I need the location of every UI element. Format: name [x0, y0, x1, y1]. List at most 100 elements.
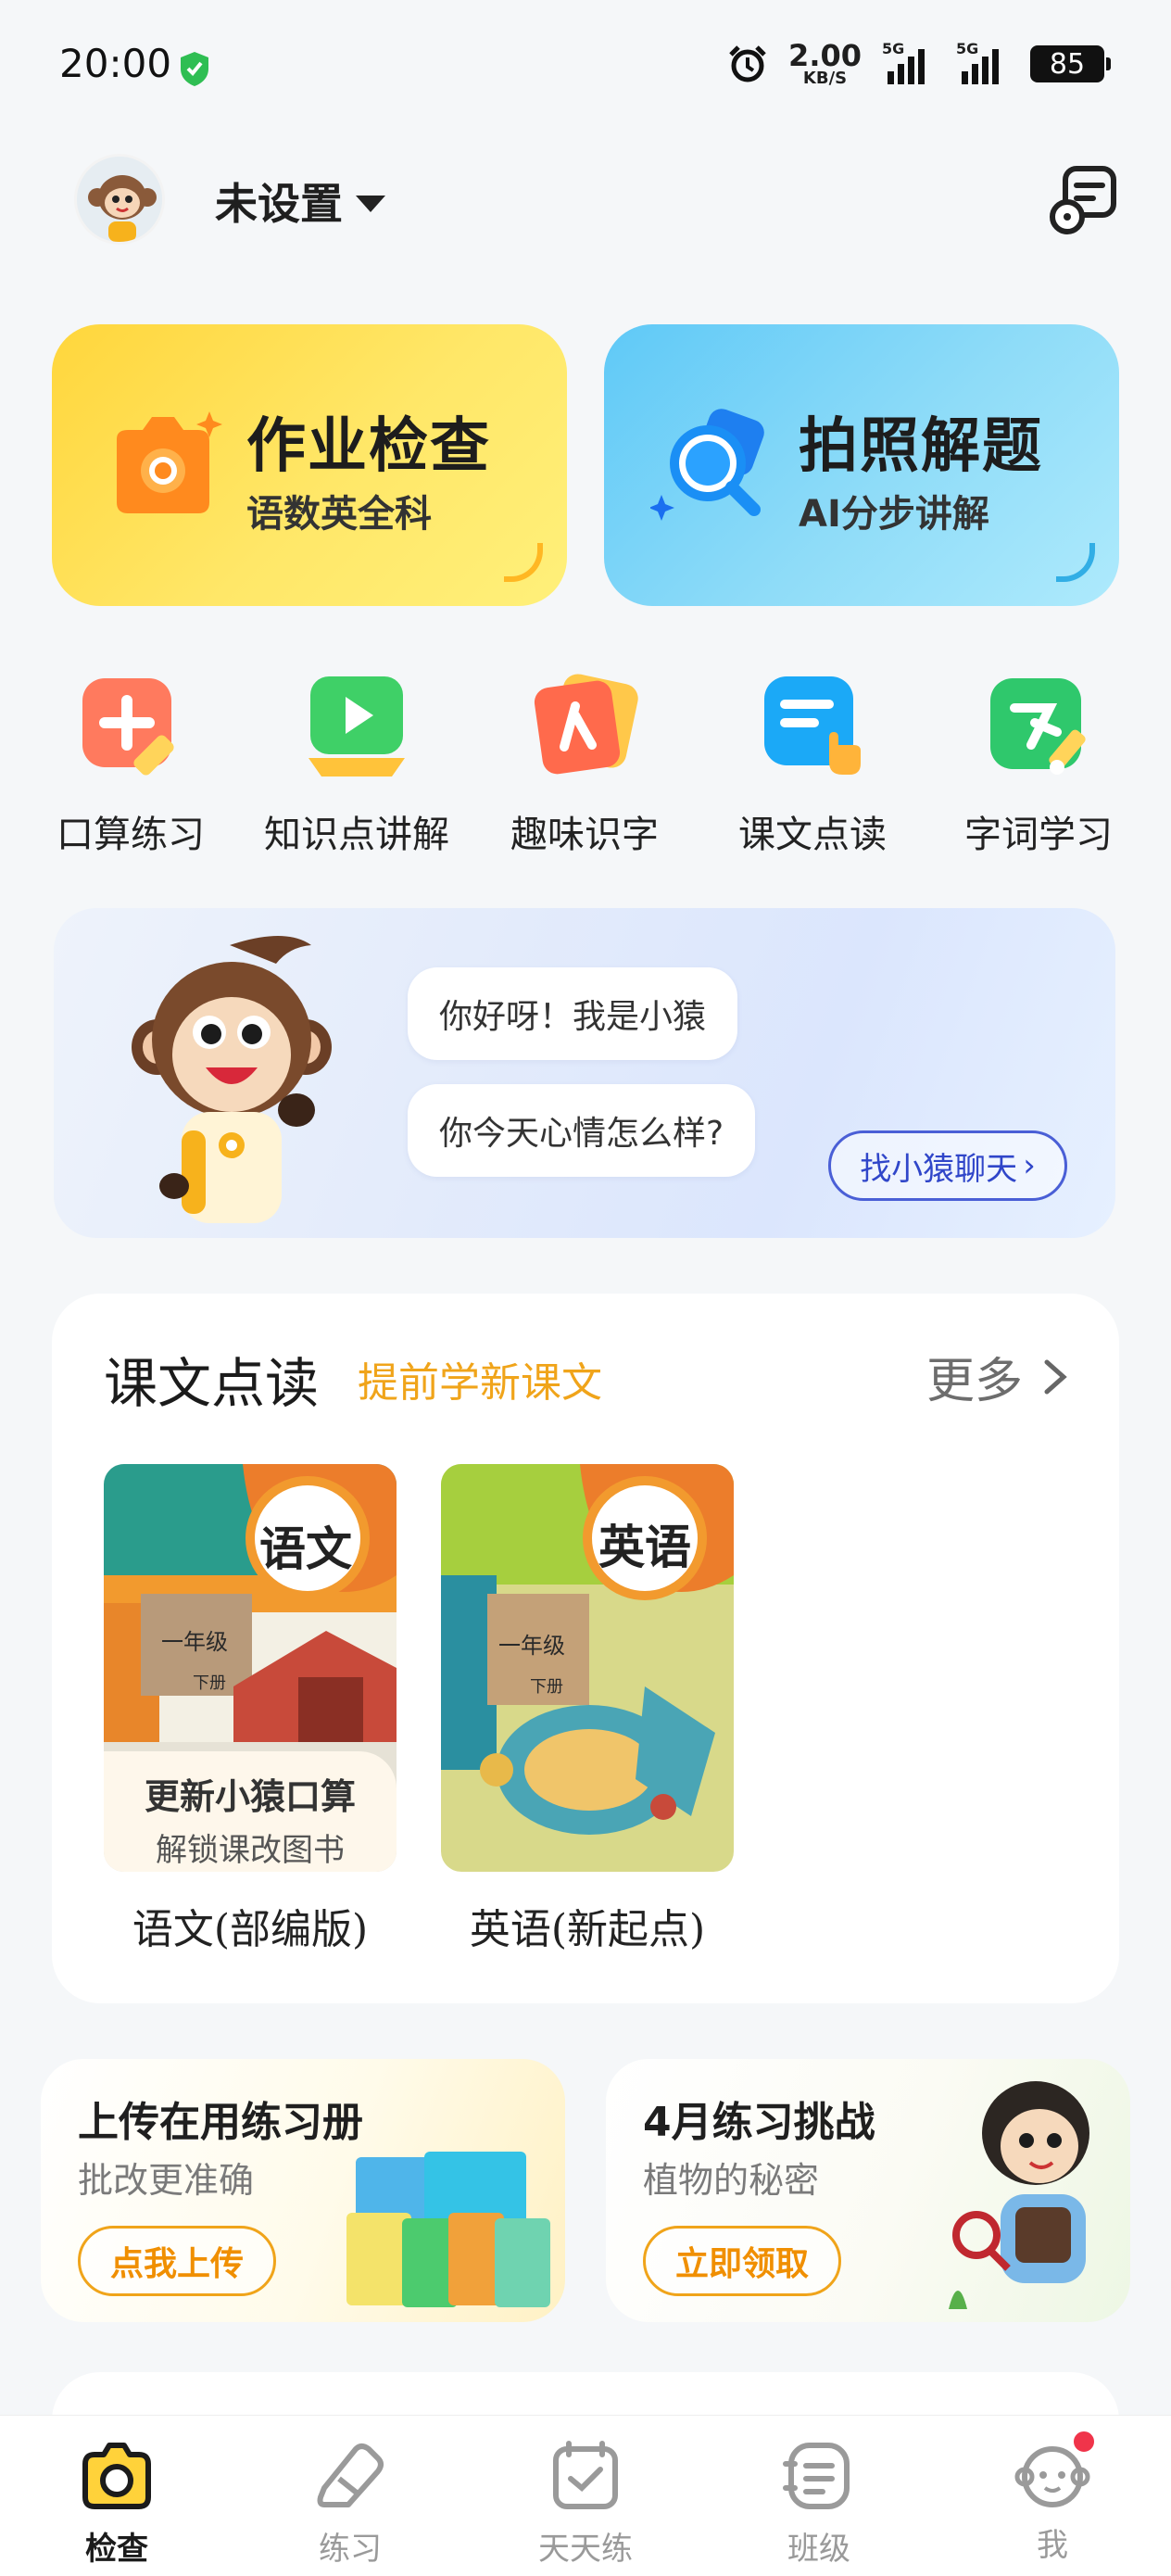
bottom-navigation: 检查 练习 天天练 班级 我 — [0, 2415, 1171, 2576]
monthly-challenge-card[interactable]: 4月练习挑战 植物的秘密 立即领取 — [606, 2059, 1130, 2322]
signal-1: 5G — [882, 40, 936, 84]
calendar-check-icon — [553, 2441, 618, 2509]
corner-arc-decoration — [504, 543, 543, 582]
book-name: 语文(部编版) — [132, 1906, 369, 1953]
alarm-icon — [729, 45, 766, 82]
me-icon-wrap — [1014, 2429, 1097, 2514]
hero-subtitle: AI分步讲解 — [799, 493, 989, 536]
quick-entry-mental-math[interactable]: 口算练习 — [24, 671, 237, 858]
upload-button[interactable]: 点我上传 — [78, 2226, 277, 2296]
signal-bars-icon — [888, 49, 925, 84]
book-grade: 一年级 — [161, 1629, 228, 1655]
chevron-right-icon — [1044, 1359, 1067, 1394]
promo-subtitle: 批改更准确 — [78, 2160, 255, 2201]
workbooks-illustration — [346, 2152, 550, 2307]
greeting-bubble: 你好呀！我是小猿 — [408, 967, 738, 1060]
hero-subtitle: 语数英全科 — [246, 493, 432, 536]
quick-entry-label: 趣味识字 — [510, 814, 659, 856]
promo-subtitle: 植物的秘密 — [643, 2160, 820, 2201]
profile-selector[interactable]: 未设置 — [215, 170, 385, 232]
quick-entry-knowledge[interactable]: 知识点讲解 — [250, 671, 463, 858]
tab-practice[interactable]: 练习 — [258, 2436, 443, 2569]
security-shield-icon — [181, 52, 208, 86]
book-grade: 一年级 — [498, 1633, 565, 1659]
word-brush-icon — [990, 678, 1086, 775]
book-cover: 英语 一年级 下册 — [441, 1464, 734, 1872]
status-bar: 20:00 2.00 KB/S 5G 5G 85 — [0, 0, 1171, 130]
promo-title: 上传在用练习册 — [78, 2099, 363, 2146]
avatar[interactable] — [74, 154, 165, 245]
homework-check-card[interactable]: 作业检查 语数英全科 — [52, 324, 567, 606]
quick-entry-label: 口算练习 — [57, 814, 205, 856]
claim-button[interactable]: 立即领取 — [643, 2226, 842, 2296]
status-time: 20:00 — [59, 41, 172, 86]
eraser-icon — [317, 2443, 384, 2507]
tab-label: 检查 — [85, 2531, 148, 2568]
network-speed-unit: KB/S — [802, 69, 848, 88]
profile-name: 未设置 — [215, 179, 343, 229]
home-screen: 20:00 2.00 KB/S 5G 5G 85 未设置 作业检查 语数英全科 … — [0, 0, 1171, 2576]
update-lock-overlay: 更新小猿口算 解锁课改图书 — [104, 1751, 397, 1872]
tab-label: 练习 — [319, 2531, 382, 2568]
status-indicators: 2.00 KB/S 5G 5G 85 — [727, 40, 1111, 87]
quick-entry-text-reading[interactable]: 课文点读 — [706, 671, 919, 858]
tab-label: 我 — [1037, 2527, 1068, 2564]
lock-line-2: 解锁课改图书 — [156, 1832, 345, 1869]
notification-dot — [1071, 2429, 1097, 2455]
more-link[interactable]: 更多 — [926, 1342, 1067, 1411]
plus-pencil-icon — [82, 678, 174, 776]
book-cover: 语文 一年级 下册 更新小猿口算 解锁课改图书 — [104, 1464, 397, 1872]
tab-daily-practice[interactable]: 天天练 — [493, 2436, 678, 2569]
character-card-icon — [534, 674, 638, 775]
text-reading-section: 课文点读 提前学新课文 更多 语文 一年级 下册 更新小猿口算 解锁课改图书 语… — [52, 1294, 1119, 2003]
book-volume: 下册 — [530, 1677, 563, 1697]
battery-indicator: 85 — [1030, 45, 1111, 82]
quick-entry-characters[interactable]: 趣味识字 — [478, 671, 691, 858]
book-name: 英语(新起点) — [469, 1906, 706, 1953]
quick-entry-words[interactable]: 字词学习 — [932, 671, 1145, 858]
book-volume: 下册 — [193, 1673, 226, 1693]
play-icon — [308, 676, 405, 777]
tab-class[interactable]: 班级 — [726, 2436, 912, 2569]
chevron-right-icon: › — [1023, 1147, 1036, 1184]
message-list-icon[interactable] — [1049, 163, 1119, 237]
book-cover-title: 语文 — [259, 1522, 352, 1576]
monkey-chat-banner[interactable]: 你好呀！我是小猿 你今天心情怎么样? 找小猿聊天 › — [54, 908, 1115, 1238]
chat-button-label: 找小猿聊天 — [860, 1150, 1018, 1188]
tab-label: 天天练 — [538, 2531, 633, 2568]
hero-title: 拍照解题 — [799, 412, 1043, 481]
quick-entry-label: 课文点读 — [738, 814, 887, 856]
chat-with-monkey-button[interactable]: 找小猿聊天 › — [828, 1130, 1067, 1201]
monkey-mascot-icon — [132, 936, 332, 1223]
hero-title: 作业检查 — [246, 412, 491, 481]
signal-bars-icon — [962, 49, 999, 84]
quick-entry-label: 字词学习 — [964, 814, 1113, 856]
camera-icon — [82, 2443, 151, 2509]
monkey-explorer-icon — [949, 2081, 1089, 2309]
book-english[interactable]: 英语 一年级 下册 英语(新起点) — [441, 1464, 734, 1955]
promo-title: 4月练习挑战 — [643, 2099, 875, 2146]
tab-label: 班级 — [787, 2531, 850, 2568]
upload-workbook-card[interactable]: 上传在用练习册 批改更准确 点我上传 — [41, 2059, 565, 2322]
section-title: 课文点读 — [104, 1352, 320, 1415]
tab-me[interactable]: 我 — [960, 2429, 1145, 2565]
mood-question-bubble: 你今天心情怎么样? — [408, 1084, 756, 1177]
book-chinese[interactable]: 语文 一年级 下册 更新小猿口算 解锁课改图书 语文(部编版) — [104, 1464, 397, 1955]
caret-down-icon — [356, 196, 385, 212]
monkey-avatar-icon — [77, 157, 162, 242]
quick-entry-label: 知识点讲解 — [264, 814, 449, 856]
lock-line-1: 更新小猿口算 — [144, 1776, 356, 1817]
tab-check[interactable]: 检查 — [24, 2436, 209, 2569]
book-cover-title: 英语 — [598, 1520, 691, 1574]
section-subtitle: 提前学新课文 — [358, 1359, 602, 1407]
tap-reading-icon — [764, 676, 861, 775]
corner-arc-decoration — [1056, 543, 1095, 582]
magnifier-icon — [650, 409, 764, 521]
more-label: 更多 — [925, 1354, 1023, 1409]
camera-icon — [117, 411, 222, 513]
photo-solve-card[interactable]: 拍照解题 AI分步讲解 — [604, 324, 1119, 606]
network-speed: 2.00 KB/S — [788, 41, 862, 87]
battery-level: 85 — [1049, 47, 1086, 81]
network-speed-value: 2.00 — [788, 38, 862, 73]
class-list-icon — [783, 2443, 850, 2509]
